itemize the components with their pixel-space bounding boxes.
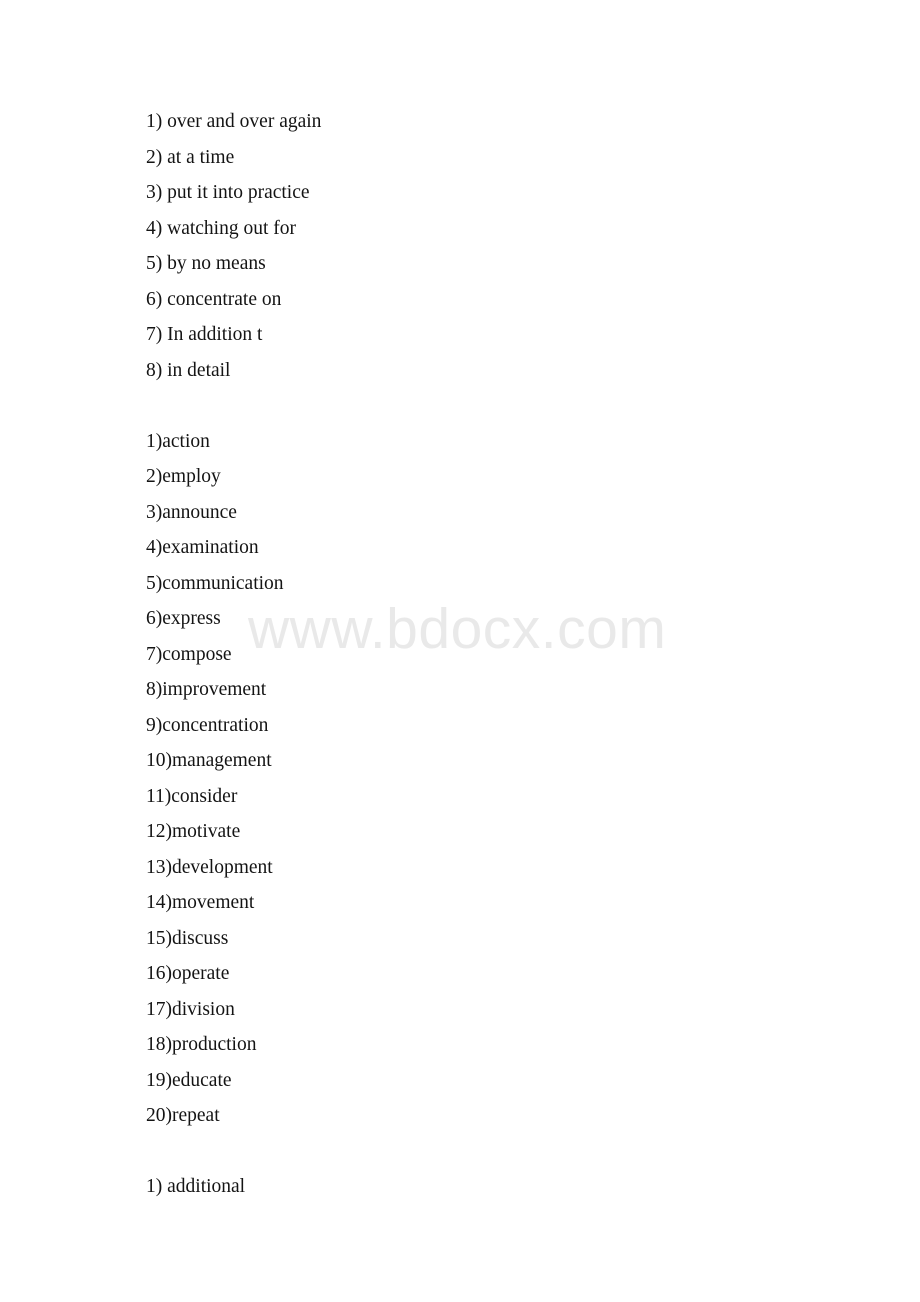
- list-item: 8) in detail: [146, 359, 231, 381]
- list-item: 1)action: [146, 430, 210, 452]
- list-gap-1: [146, 388, 880, 424]
- list-item: 12)motivate: [146, 821, 241, 842]
- list-item: 4)examination: [146, 537, 259, 558]
- list-item: 7) In addition t: [146, 324, 263, 345]
- list-item: 19)educate: [146, 1069, 232, 1091]
- list-item: 17)division: [146, 998, 235, 1020]
- list-item: 2) at a time: [146, 146, 235, 168]
- list-item: 7)compose: [146, 643, 232, 665]
- list-item: 3)announce: [146, 501, 237, 523]
- list-item: 4) watching out for: [146, 217, 297, 239]
- list-item: 2)employ: [146, 466, 221, 487]
- word-forms-answer-list: 1)action 2)employ 3)announce 4)examination 5…: [146, 424, 880, 1134]
- list-item: 5)communication: [146, 572, 284, 594]
- list-item: 15)discuss: [146, 927, 229, 949]
- list-item: 1) over and over again: [146, 111, 322, 132]
- list-item: 10)management: [146, 750, 272, 771]
- list-item: 13)development: [146, 856, 273, 878]
- list-item: 14)movement: [146, 892, 255, 913]
- list-item: 6)express: [146, 608, 221, 629]
- list-item: 6) concentrate on: [146, 288, 282, 310]
- list-item: 8)improvement: [146, 679, 267, 700]
- list-item: 16)operate: [146, 963, 230, 984]
- list-item: 9)concentration: [146, 714, 269, 736]
- third-answer-list: 1) additional: [146, 1169, 880, 1205]
- list-gap-2: [146, 1134, 880, 1170]
- document-page: www.bdocx.com 1) over and over again 2) a…: [0, 0, 920, 1302]
- list-item: 1) additional: [146, 1176, 246, 1197]
- list-item: 20)repeat: [146, 1105, 220, 1126]
- phrases-answer-list: 1) over and over again 2) at a time 3) put…: [146, 104, 880, 388]
- list-item: 3) put it into practice: [146, 182, 310, 203]
- list-item: 18)production: [146, 1034, 257, 1055]
- document-body: 1) over and over again 2) at a time 3) put…: [146, 104, 880, 1205]
- list-item: 5) by no means: [146, 253, 266, 274]
- list-item: 11)consider: [146, 785, 238, 807]
